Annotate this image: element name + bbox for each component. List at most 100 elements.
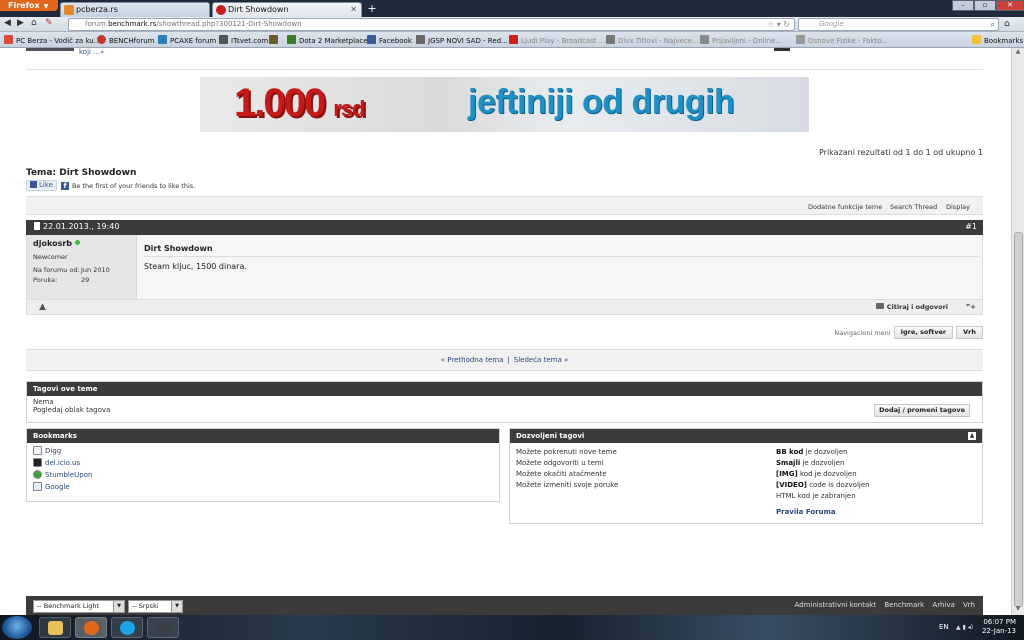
next-thread-link[interactable]: Sledeća tema »: [514, 356, 568, 364]
search-thread-menu[interactable]: Search Thread: [890, 203, 937, 211]
firefox-menu-button[interactable]: Firefox ▼: [0, 0, 58, 11]
bookmark-item[interactable]: Dota 2 Marketplace: [287, 35, 368, 45]
bookmark-item[interactable]: Facebook: [367, 35, 412, 45]
forward-icon[interactable]: ▶: [17, 18, 24, 28]
edit-tags-button[interactable]: Dodaj / promeni tagove: [874, 404, 970, 417]
language-select[interactable]: -- Srpski ▼: [128, 600, 183, 613]
search-input[interactable]: Google ⌕: [798, 18, 999, 31]
bookmarks-menu[interactable]: Bookmarks: [972, 35, 1023, 45]
allowed-tags-block: Dozvoljeni tagovi ▲ Možete pokrenuti nove…: [509, 428, 983, 524]
bookmark-item[interactable]: JGSP NOVI SAD - Red...: [416, 35, 508, 45]
forum-rules-link[interactable]: Pravila Foruma: [776, 508, 836, 516]
home-icon[interactable]: ⌂: [31, 18, 37, 28]
quote-reply-button[interactable]: Citiraj i odgovori: [875, 303, 948, 311]
start-button-icon[interactable]: [2, 616, 32, 639]
report-warning-icon[interactable]: ▲: [39, 302, 46, 312]
close-tab-icon[interactable]: ✕: [350, 3, 357, 16]
bookmarks-icon: [972, 35, 981, 44]
facebook-like-button[interactable]: Like: [26, 180, 57, 191]
post-icon: [34, 222, 40, 230]
bookmark-item[interactable]: PCAXE forum: [158, 35, 216, 45]
search-icon[interactable]: ⌕: [991, 19, 995, 30]
post-header: 22.01.2013., 19:40 #1: [26, 220, 983, 235]
skype-taskbar-button[interactable]: [111, 617, 143, 638]
display-menu[interactable]: Display: [946, 203, 970, 211]
facebook-like-row: Like f Be the first of your friends to l…: [26, 180, 195, 191]
video-code-link[interactable]: [VIDEO]: [776, 481, 807, 489]
post-permalink[interactable]: #1: [965, 222, 977, 231]
bb-code-link[interactable]: BB kod: [776, 448, 803, 456]
scroll-up-icon[interactable]: ▲: [1012, 48, 1024, 58]
language-indicator[interactable]: EN: [939, 623, 949, 631]
pcberza-favicon-icon: [64, 5, 74, 15]
bookmark-item[interactable]: PC Berza - Vodič za ku...: [4, 35, 100, 45]
top-link[interactable]: Vrh: [963, 601, 975, 609]
bookmark-digg[interactable]: Digg: [27, 446, 499, 455]
tab-label: Dirt Showdown: [228, 5, 289, 14]
post-title: Dirt Showdown: [144, 244, 979, 257]
code-permission-item: Smajli je dozvoljen: [776, 459, 845, 467]
thread-tools-menu[interactable]: Dodatne funkcije teme: [808, 203, 882, 211]
bookmark-item[interactable]: Divx Titlovi - Najvece...: [606, 35, 699, 45]
bookmark-item[interactable]: Osnove Fizike - Fakto...: [796, 35, 888, 45]
bookmark-item[interactable]: ITsvet.com: [219, 35, 268, 45]
bookmark-stumbleupon[interactable]: StumbleUpon: [27, 470, 499, 479]
minimize-button[interactable]: –: [952, 0, 974, 11]
folder-icon: [48, 621, 63, 635]
archive-link[interactable]: Arhiva: [932, 601, 954, 609]
page-scrollbar[interactable]: ▲ ▼: [1011, 48, 1024, 615]
facebook-icon: f: [60, 181, 69, 190]
facebook-like-text: Be the first of your friends to like thi…: [71, 181, 196, 190]
code-permission-item: BB kod je dozvoljen: [776, 448, 848, 456]
chevron-down-icon: ▼: [171, 601, 182, 612]
close-window-button[interactable]: ✕: [996, 0, 1024, 11]
navigation-toolbar: ◀ ▶ ⌂ ✎ forum.benchmark.rs/showthread.ph…: [0, 17, 1024, 32]
bookmark-item[interactable]: [269, 35, 281, 45]
back-icon[interactable]: ◀: [4, 18, 11, 28]
scrollbar-thumb[interactable]: [1014, 232, 1023, 607]
benchmark-link[interactable]: Benchmark: [884, 601, 924, 609]
thread-tags-block: Tagovi ove teme Nema Pogledaj oblak tago…: [26, 381, 983, 423]
firefox-taskbar-button[interactable]: [75, 617, 107, 638]
url-bar[interactable]: forum.benchmark.rs/showthread.php?300121…: [68, 18, 795, 31]
page-footer: -- Benchmark Light ▼ -- Srpski ▼ Administr…: [26, 596, 983, 615]
category-button[interactable]: Igre, softver: [893, 326, 954, 339]
bookmark-item[interactable]: Ljudi Play - Broadcast ...: [509, 35, 605, 45]
steam-taskbar-button[interactable]: [147, 617, 179, 638]
multi-quote-icon[interactable]: ❞+: [966, 303, 976, 311]
bookmark-favicon-icon: [509, 35, 518, 44]
top-button[interactable]: Vrh: [956, 326, 983, 339]
style-select[interactable]: -- Benchmark Light ▼: [33, 600, 125, 613]
code-permission-item: [VIDEO] code is dozvoljen: [776, 481, 870, 489]
new-tab-button[interactable]: +: [364, 2, 380, 16]
collapse-icon[interactable]: ▲: [968, 432, 976, 440]
tab-pcberza[interactable]: pcberza.rs: [60, 2, 210, 17]
ad-banner[interactable]: 1.000 rsd jeftiniji od drugih: [200, 77, 809, 132]
maximize-button[interactable]: ▫: [974, 0, 996, 11]
post-footer: ▲ Citiraj i odgovori ❞+: [26, 299, 983, 315]
search-placeholder: Google: [819, 20, 844, 28]
star-reload-icon[interactable]: ☆ ▾ ↻: [767, 19, 790, 30]
clock[interactable]: 06:07 PM 22-Jan-13: [982, 618, 1016, 636]
bookmark-delicious[interactable]: del.icio.us: [27, 458, 499, 467]
previous-thread-link[interactable]: « Prethodna tema: [441, 356, 504, 364]
bookmark-item[interactable]: Prijavljeni - Online...: [700, 35, 782, 45]
tools-icon[interactable]: ✎: [45, 18, 53, 28]
explorer-taskbar-button[interactable]: [39, 617, 71, 638]
url-prefix: forum.: [85, 20, 109, 28]
smilies-link[interactable]: Smajli: [776, 459, 800, 467]
post-username[interactable]: djokosrb: [33, 239, 130, 248]
admin-contact-link[interactable]: Administrativni kontakt: [794, 601, 876, 609]
post-content: Dirt Showdown Steam kljuc, 1500 dinara.: [144, 235, 979, 299]
results-count: Prikazani rezultati od 1 do 1 od ukupno …: [818, 148, 983, 157]
bookmark-item[interactable]: BENCHforum: [97, 35, 155, 45]
tray-icons[interactable]: ▲ ▮ ◂): [956, 624, 973, 631]
previous-link[interactable]: koji ...»: [79, 48, 104, 56]
home-button-icon[interactable]: ⌂: [1004, 19, 1010, 29]
bookmark-google[interactable]: Google: [27, 482, 499, 491]
scroll-down-icon[interactable]: ▼: [1012, 605, 1024, 615]
tags-header: Tagovi ove teme: [27, 382, 982, 396]
url-domain: benchmark.rs: [108, 20, 157, 28]
tab-dirt-showdown[interactable]: Dirt Showdown ✕: [212, 2, 362, 17]
tag-cloud-link[interactable]: Pogledaj oblak tagova: [27, 406, 982, 414]
